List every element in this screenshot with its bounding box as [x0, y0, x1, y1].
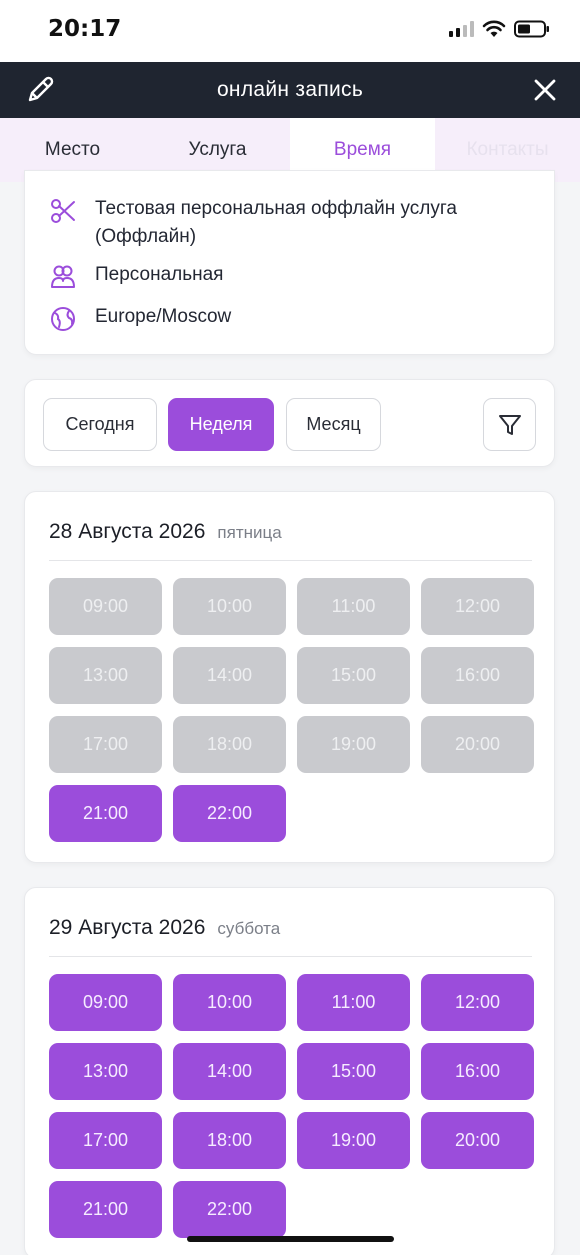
- time-slot-button[interactable]: 10:00: [173, 974, 286, 1031]
- status-time: 20:17: [48, 16, 122, 42]
- booking-type: Персональная: [95, 264, 224, 285]
- time-slot-button[interactable]: 15:00: [297, 1043, 410, 1100]
- time-slot-button[interactable]: 22:00: [173, 785, 286, 842]
- scissors-icon: [51, 199, 75, 223]
- time-slot-button: 15:00: [297, 647, 410, 704]
- time-slot-button[interactable]: 16:00: [421, 1043, 534, 1100]
- header-title: онлайн запись: [216, 78, 364, 101]
- time-slot-button[interactable]: 11:00: [297, 974, 410, 1031]
- time-slot-button[interactable]: 14:00: [173, 1043, 286, 1100]
- service-name: Тестовая персональная оффлайн услуга (Оф…: [95, 198, 457, 247]
- time-slot-button: 11:00: [297, 578, 410, 635]
- time-slot-button: 17:00: [49, 716, 162, 773]
- today-button[interactable]: Сегодня: [43, 398, 157, 451]
- time-slot-button: 13:00: [49, 647, 162, 704]
- week-button[interactable]: Неделя: [168, 398, 274, 451]
- pencil-icon[interactable]: [24, 74, 56, 106]
- divider: [49, 956, 532, 957]
- time-slot-button: 09:00: [49, 578, 162, 635]
- time-slots-grid: 09:00 10:00 11:00 12:00 13:00 14:00 15:00 16:00…: [49, 578, 534, 842]
- day-weekday: пятница: [217, 523, 282, 542]
- home-indicator: [187, 1236, 394, 1242]
- day-header: 28 Августа 2026 пятница: [49, 520, 282, 544]
- battery-icon: [514, 20, 549, 38]
- time-slot-button[interactable]: 09:00: [49, 974, 162, 1031]
- time-slots-grid: 09:00 10:00 11:00 12:00 13:00 14:00 15:00 16:00…: [49, 974, 534, 1238]
- timezone-row: Europe/Moscow: [49, 303, 231, 333]
- day-date: 28 Августа 2026: [49, 520, 206, 543]
- time-slot-button[interactable]: 20:00: [421, 1112, 534, 1169]
- timezone: Europe/Moscow: [95, 306, 232, 327]
- month-button[interactable]: Месяц: [286, 398, 381, 451]
- status-bar: 20:17: [0, 0, 580, 62]
- time-slot-button[interactable]: 18:00: [173, 1112, 286, 1169]
- time-slot-button[interactable]: 13:00: [49, 1043, 162, 1100]
- service-row: Тестовая персональная оффлайн услуга (Оф…: [49, 195, 495, 251]
- close-icon[interactable]: [532, 77, 558, 103]
- time-slot-button[interactable]: 22:00: [173, 1181, 286, 1238]
- service-info-card: Тестовая персональная оффлайн услуга (Оф…: [24, 170, 555, 355]
- users-icon: [51, 265, 75, 288]
- day-card: 28 Августа 2026 пятница 09:00 10:00 11:00 1…: [24, 491, 555, 863]
- time-slot-button: 18:00: [173, 716, 286, 773]
- time-slot-button: 10:00: [173, 578, 286, 635]
- filter-icon: [498, 414, 521, 435]
- time-slot-button[interactable]: 21:00: [49, 1181, 162, 1238]
- time-slot-button[interactable]: 19:00: [297, 1112, 410, 1169]
- time-slot-button: 14:00: [173, 647, 286, 704]
- day-header: 29 Августа 2026 суббота: [49, 916, 280, 940]
- status-icons: [449, 20, 550, 38]
- time-slot-button: 12:00: [421, 578, 534, 635]
- time-slot-button: 16:00: [421, 647, 534, 704]
- filter-button[interactable]: [483, 398, 536, 451]
- day-date: 29 Августа 2026: [49, 916, 206, 939]
- time-slot-button[interactable]: 12:00: [421, 974, 534, 1031]
- cellular-signal-icon: [449, 21, 474, 37]
- day-weekday: суббота: [217, 919, 281, 938]
- time-slot-button[interactable]: 17:00: [49, 1112, 162, 1169]
- period-filter-card: Сегодня Неделя Месяц: [24, 379, 555, 467]
- time-slot-button[interactable]: 21:00: [49, 785, 162, 842]
- app-header: онлайн запись: [0, 62, 580, 118]
- time-slot-button: 20:00: [421, 716, 534, 773]
- day-card: 29 Августа 2026 суббота 09:00 10:00 11:00 1…: [24, 887, 555, 1255]
- globe-icon: [51, 307, 75, 331]
- wifi-icon: [482, 20, 506, 37]
- type-row: Персональная: [49, 261, 223, 291]
- time-slot-button: 19:00: [297, 716, 410, 773]
- divider: [49, 560, 532, 561]
